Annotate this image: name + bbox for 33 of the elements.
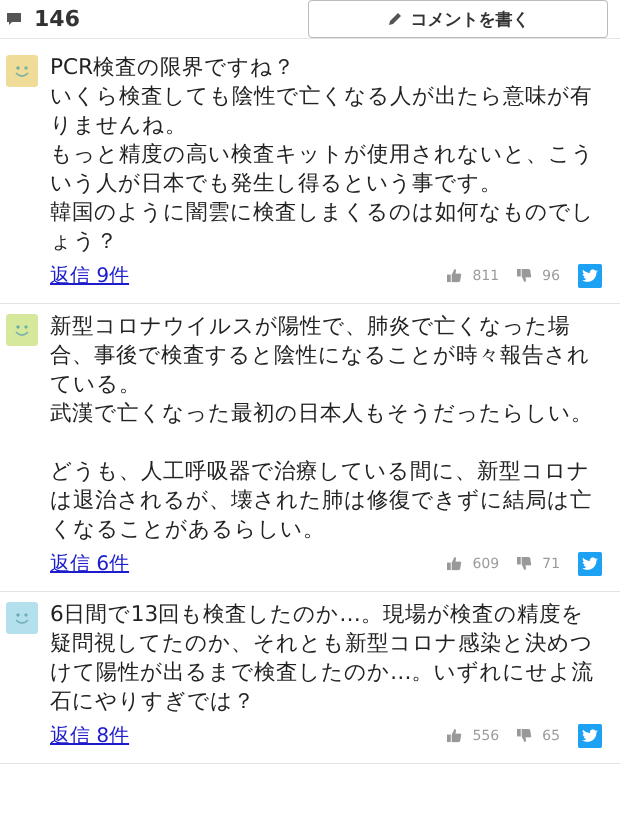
thumbs-down-icon[interactable] bbox=[517, 268, 532, 283]
comment-icon bbox=[6, 11, 22, 27]
thumbs-up-icon[interactable] bbox=[447, 268, 462, 283]
comment-text: 新型コロナウイルスが陽性で、肺炎で亡くなった場合、事後で検査すると陰性になることが時々報告されている。 bbox=[50, 313, 591, 399]
like-count: 556 bbox=[472, 728, 500, 744]
comment-text: いくら検査しても陰性で亡くなる人が出たら意味が有りませんね。 bbox=[50, 83, 593, 140]
bird-icon bbox=[582, 268, 598, 282]
comment-text: もっと精度の高い検査キットが使用されないと、こういう人が日本でも発生し得るという事です。 bbox=[50, 141, 595, 198]
like-count: 811 bbox=[472, 268, 500, 284]
dislike-count: 65 bbox=[542, 728, 560, 744]
comment-text: どうも、人工呼吸器で治療している間に、新型コロナは退治されるが、壊された肺は修復できずに結局は亡くなることがあるらしい。 bbox=[50, 458, 593, 544]
pencil-icon bbox=[386, 11, 402, 27]
comment-count: 146 bbox=[34, 6, 80, 32]
write-comment-button[interactable]: コメントを書く bbox=[308, 0, 608, 38]
thumbs-down-icon[interactable] bbox=[517, 728, 532, 743]
comment-text: PCR検査の限界ですね？ bbox=[50, 54, 296, 82]
twitter-share-button[interactable] bbox=[578, 724, 602, 748]
thumbs-up-icon[interactable] bbox=[447, 728, 462, 743]
comment-text: 6日間で13回も検査したのか…。現場が検査の精度を疑問視してたのか、それとも新型コロナ感染と決めつけて陽性が出るまで検査したのか…。いずれにせよ流石にやりすぎでは？ bbox=[50, 601, 595, 716]
thumbs-up-icon[interactable] bbox=[447, 556, 462, 571]
like-count: 609 bbox=[472, 556, 500, 572]
replies-link[interactable]: 返信 6件 bbox=[50, 550, 130, 577]
dislike-count: 96 bbox=[542, 268, 560, 284]
twitter-share-button[interactable] bbox=[578, 552, 602, 576]
twitter-share-button[interactable] bbox=[578, 264, 602, 288]
replies-link[interactable]: 返信 8件 bbox=[50, 722, 130, 749]
comment-text: 武漢で亡くなった最初の日本人もそうだったらしい。 bbox=[50, 400, 594, 428]
bird-icon bbox=[582, 728, 598, 742]
thumbs-down-icon[interactable] bbox=[517, 556, 532, 571]
comment-text: 韓国のように闇雲に検査しまくるのは如何なものでしょう？ bbox=[50, 199, 595, 256]
dislike-count: 71 bbox=[542, 556, 560, 572]
bird-icon bbox=[582, 556, 598, 570]
replies-link[interactable]: 返信 9件 bbox=[50, 262, 130, 289]
